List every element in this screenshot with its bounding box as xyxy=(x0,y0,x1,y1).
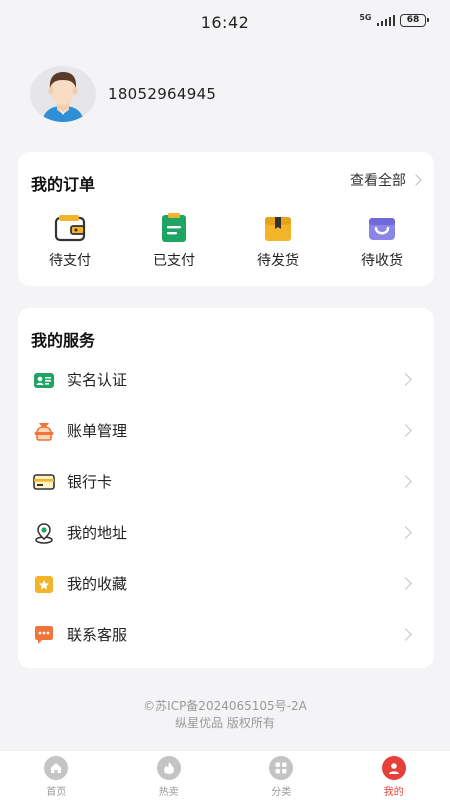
services-card: 我的服务 实名认证 账单管理 银行卡 我的地址 我的收藏 联系客服 xyxy=(18,308,434,668)
user-icon xyxy=(381,756,406,780)
profile-header[interactable]: 18052964945 xyxy=(30,66,216,122)
chevron-right-icon xyxy=(399,526,412,539)
service-real-name-auth[interactable]: 实名认证 xyxy=(18,354,434,405)
order-label: 已支付 xyxy=(153,253,195,269)
service-list: 实名认证 账单管理 银行卡 我的地址 我的收藏 联系客服 xyxy=(18,354,434,660)
clipboard-icon xyxy=(162,213,186,242)
order-status-row: 待支付 已支付 待发货 待收货 xyxy=(18,212,434,270)
chevron-right-icon xyxy=(399,628,412,641)
location-pin-icon xyxy=(35,522,53,544)
chat-bubble-icon xyxy=(35,625,53,644)
order-pending-shipment[interactable]: 待发货 xyxy=(226,212,330,270)
order-label: 待支付 xyxy=(49,253,91,269)
icp-record: ©苏ICP备2024065105号-2A xyxy=(143,699,307,713)
view-all-label: 查看全部 xyxy=(350,173,406,189)
orders-title: 我的订单 xyxy=(31,175,96,194)
tab-label: 我的 xyxy=(383,787,404,798)
tab-label: 首页 xyxy=(46,787,67,798)
chevron-right-icon xyxy=(410,174,422,186)
services-title: 我的服务 xyxy=(31,331,96,350)
order-pending-receipt[interactable]: 待收货 xyxy=(330,212,434,270)
avatar[interactable] xyxy=(30,66,96,122)
signal-icon xyxy=(376,15,395,26)
service-label: 实名认证 xyxy=(67,371,128,389)
service-my-address[interactable]: 我的地址 xyxy=(18,507,434,558)
orders-card: 我的订单 查看全部 待支付 已支付 待发货 待收货 xyxy=(18,152,434,286)
service-bank-card[interactable]: 银行卡 xyxy=(18,456,434,507)
footer-copyright: ©苏ICP备2024065105号-2A 纵星优品 版权所有 xyxy=(0,698,450,732)
tab-label: 分类 xyxy=(271,787,292,798)
tab-hot-sale[interactable]: 热卖 xyxy=(113,751,226,800)
id-card-icon xyxy=(34,372,54,388)
service-label: 账单管理 xyxy=(67,422,128,440)
phone-number: 18052964945 xyxy=(108,85,217,103)
wallet-icon xyxy=(54,215,86,242)
grid-icon xyxy=(269,756,294,780)
service-label: 我的地址 xyxy=(67,524,128,542)
tab-home[interactable]: 首页 xyxy=(0,751,113,800)
shopping-bag-icon xyxy=(369,218,395,240)
chevron-right-icon xyxy=(399,424,412,437)
home-icon xyxy=(44,756,69,780)
status-bar: 16:42 5G 68 xyxy=(0,0,450,46)
service-label: 银行卡 xyxy=(67,473,113,491)
star-folder-icon xyxy=(35,575,53,593)
service-bill-management[interactable]: 账单管理 xyxy=(18,405,434,456)
chevron-right-icon xyxy=(399,475,412,488)
service-my-favorites[interactable]: 我的收藏 xyxy=(18,558,434,609)
view-all-orders-link[interactable]: 查看全部 xyxy=(350,170,422,190)
order-paid[interactable]: 已支付 xyxy=(122,212,226,270)
tab-mine[interactable]: 我的 xyxy=(338,751,450,800)
money-bag-icon xyxy=(34,422,54,441)
copyright-notice: 纵星优品 版权所有 xyxy=(175,716,275,730)
service-label: 联系客服 xyxy=(67,626,128,644)
order-label: 待发货 xyxy=(257,253,299,269)
status-indicators: 5G 68 xyxy=(359,13,429,27)
flame-icon xyxy=(156,756,181,780)
order-pending-payment[interactable]: 待支付 xyxy=(18,212,122,270)
package-icon xyxy=(265,217,291,241)
tab-category[interactable]: 分类 xyxy=(225,751,338,800)
tab-label: 热卖 xyxy=(158,787,179,798)
service-label: 我的收藏 xyxy=(67,575,128,593)
chevron-right-icon xyxy=(399,577,412,590)
service-contact-support[interactable]: 联系客服 xyxy=(18,609,434,660)
avatar-icon xyxy=(42,72,84,122)
chevron-right-icon xyxy=(399,373,412,386)
network-label: 5G xyxy=(359,13,372,22)
battery-icon: 68 xyxy=(400,14,429,27)
order-label: 待收货 xyxy=(361,253,403,269)
bank-card-icon xyxy=(33,473,55,490)
bottom-tab-bar: 首页 热卖 分类 我的 xyxy=(0,750,450,800)
